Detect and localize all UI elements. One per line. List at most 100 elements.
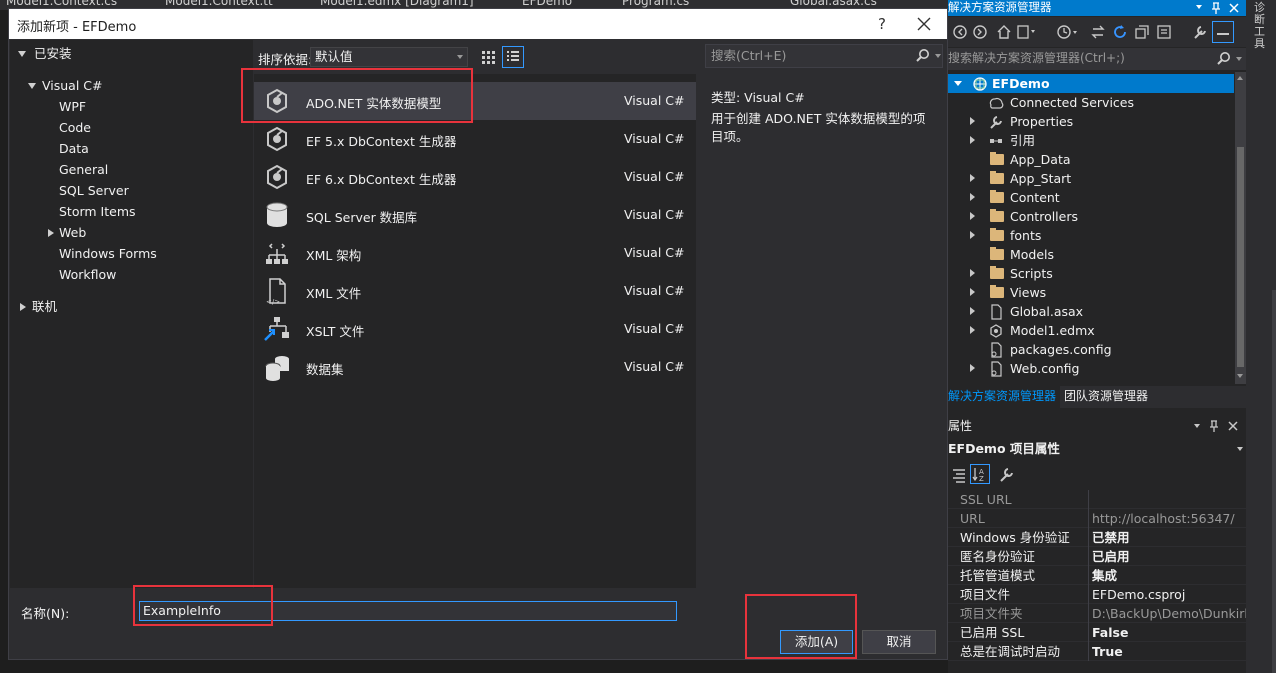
collapse-arrow-icon[interactable] xyxy=(20,303,26,311)
close-icon[interactable] xyxy=(1227,420,1239,432)
grid-view-button[interactable] xyxy=(477,46,499,68)
cancel-button[interactable]: 取消 xyxy=(862,630,936,654)
collapse-all-icon[interactable] xyxy=(1134,24,1150,40)
tree-node-app-data[interactable]: App_Data xyxy=(948,150,1234,169)
collapse-arrow-icon[interactable] xyxy=(970,174,975,182)
tree-node-project[interactable]: EFDemo xyxy=(948,74,1234,93)
refresh-icon[interactable] xyxy=(1112,24,1128,40)
search-icon[interactable] xyxy=(915,48,931,64)
tree-node-visual-csharp[interactable]: Visual C# xyxy=(12,76,252,96)
collapse-arrow-icon[interactable] xyxy=(970,288,975,296)
tree-node-data[interactable]: Data xyxy=(59,139,89,159)
property-row[interactable]: 总是在调试时启动 True xyxy=(948,642,1246,661)
chevron-down-icon[interactable] xyxy=(1196,5,1202,9)
collapse-arrow-icon[interactable] xyxy=(970,212,975,220)
template-search-input[interactable]: 搜索(Ctrl+E) xyxy=(705,44,943,68)
preview-toggle-button[interactable] xyxy=(1212,21,1234,43)
property-row[interactable]: 项目文件夹 D:\BackUp\Demo\Dunkirk xyxy=(948,604,1246,623)
solution-search-input[interactable]: 搜索解决方案资源管理器(Ctrl+;) xyxy=(948,48,1246,70)
tree-node-wpf[interactable]: WPF xyxy=(59,97,86,117)
tree-node-sql-server[interactable]: SQL Server xyxy=(59,181,129,201)
close-button[interactable] xyxy=(909,13,939,35)
collapse-arrow-icon[interactable] xyxy=(970,117,975,125)
solution-tree-scrollbar[interactable] xyxy=(1235,72,1246,384)
properties-object-selector[interactable]: EFDemo 项目属性 xyxy=(948,438,1246,460)
collapse-arrow-icon[interactable] xyxy=(970,307,975,315)
bg-tab[interactable]: Model1.Context.cs xyxy=(6,0,117,8)
tree-node-fonts[interactable]: fonts xyxy=(948,226,1234,245)
property-pages-wrench-icon[interactable] xyxy=(998,466,1016,484)
tree-node-general[interactable]: General xyxy=(59,160,108,180)
collapse-arrow-icon[interactable] xyxy=(970,364,975,372)
tree-node-properties[interactable]: Properties xyxy=(948,112,1234,131)
categorized-icon[interactable] xyxy=(950,466,968,484)
scroll-down-icon[interactable] xyxy=(1237,374,1243,378)
property-row[interactable]: URL http://localhost:56347/ xyxy=(948,509,1246,528)
tree-node-scripts[interactable]: Scripts xyxy=(948,264,1234,283)
tree-node-online[interactable]: 联机 xyxy=(12,297,212,317)
property-row[interactable]: Windows 身份验证 已禁用 xyxy=(948,528,1246,547)
back-forward-icon[interactable] xyxy=(952,24,992,40)
switch-views-icon[interactable] xyxy=(1090,24,1106,40)
tree-node-app-start[interactable]: App_Start xyxy=(948,169,1234,188)
tree-node-model1-edmx[interactable]: Model1.edmx xyxy=(948,321,1234,340)
property-row[interactable]: SSL URL xyxy=(948,490,1246,509)
tree-node-views[interactable]: Views xyxy=(948,283,1234,302)
collapse-arrow-icon[interactable] xyxy=(970,136,975,144)
collapse-arrow-icon[interactable] xyxy=(48,229,54,237)
tree-node-web-config[interactable]: Web.config xyxy=(948,359,1234,378)
chevron-down-icon[interactable] xyxy=(1236,57,1242,61)
template-item-ef6[interactable]: EF 6.x DbContext 生成器 Visual C# xyxy=(254,158,696,196)
bg-tab[interactable]: Model1.edmx [Diagram1] xyxy=(320,0,474,8)
expand-arrow-icon[interactable] xyxy=(18,51,26,57)
chevron-down-icon[interactable] xyxy=(935,54,941,58)
bg-tab[interactable]: EFDemo xyxy=(522,0,572,8)
tree-node-installed[interactable]: 已安装 xyxy=(12,44,252,64)
properties-wrench-icon[interactable] xyxy=(1192,24,1210,40)
show-all-files-icon[interactable] xyxy=(1156,24,1172,40)
collapse-arrow-icon[interactable] xyxy=(970,231,975,239)
tree-node-connected-services[interactable]: Connected Services xyxy=(948,93,1234,112)
chevron-down-icon[interactable] xyxy=(1194,424,1200,428)
template-item-xml-schema[interactable]: XML 架构 Visual C# xyxy=(254,234,696,272)
list-view-button[interactable] xyxy=(502,46,524,68)
tree-node-code[interactable]: Code xyxy=(59,118,91,138)
side-scrollbar[interactable] xyxy=(1272,290,1276,673)
pin-icon[interactable] xyxy=(1210,1,1222,15)
template-item-sql-database[interactable]: SQL Server 数据库 Visual C# xyxy=(254,196,696,234)
bg-tab[interactable]: Global.asax.cs xyxy=(790,0,877,8)
tree-node-models[interactable]: Models xyxy=(948,245,1234,264)
tree-node-workflow[interactable]: Workflow xyxy=(59,265,116,285)
tree-node-windows-forms[interactable]: Windows Forms xyxy=(59,244,157,264)
template-item-xslt[interactable]: XSLT 文件 Visual C# xyxy=(254,310,696,348)
search-icon[interactable] xyxy=(1216,51,1232,67)
property-row[interactable]: 托管管道模式 集成 xyxy=(948,566,1246,585)
bg-tab[interactable]: Program.cs xyxy=(622,0,689,8)
close-icon[interactable] xyxy=(1228,2,1240,14)
tree-node-references[interactable]: 引用 xyxy=(948,131,1234,150)
template-item-ef5[interactable]: EF 5.x DbContext 生成器 Visual C# xyxy=(254,120,696,158)
tree-node-content[interactable]: Content xyxy=(948,188,1234,207)
scroll-up-icon[interactable] xyxy=(1237,76,1243,80)
pin-icon[interactable] xyxy=(1208,419,1220,433)
property-row[interactable]: 项目文件 EFDemo.csproj xyxy=(948,585,1246,604)
sort-dropdown[interactable]: 默认值 xyxy=(310,47,468,67)
collapse-arrow-icon[interactable] xyxy=(970,326,975,334)
help-button[interactable]: ? xyxy=(871,13,893,35)
history-icon[interactable] xyxy=(1056,24,1082,40)
alphabetical-sort-button[interactable]: AZ xyxy=(970,464,990,484)
home-icon[interactable] xyxy=(996,24,1012,40)
tab-solution-explorer[interactable]: 解决方案资源管理器 xyxy=(948,386,1060,408)
template-item-dataset[interactable]: 数据集 Visual C# xyxy=(254,348,696,386)
tab-team-explorer[interactable]: 团队资源管理器 xyxy=(1064,386,1148,408)
diagnostic-tools-tab[interactable]: 诊断工具 xyxy=(1254,2,1268,50)
scrollbar-thumb[interactable] xyxy=(1237,147,1244,367)
collapse-arrow-icon[interactable] xyxy=(970,193,975,201)
template-item-xml-file[interactable]: </> XML 文件 Visual C# xyxy=(254,272,696,310)
expand-arrow-icon[interactable] xyxy=(954,81,962,86)
tree-node-global-asax[interactable]: Global.asax xyxy=(948,302,1234,321)
collapse-arrow-icon[interactable] xyxy=(970,269,975,277)
expand-arrow-icon[interactable] xyxy=(28,83,36,89)
bg-tab[interactable]: Model1.Context.tt xyxy=(165,0,273,8)
property-row[interactable]: 已启用 SSL False xyxy=(948,623,1246,642)
